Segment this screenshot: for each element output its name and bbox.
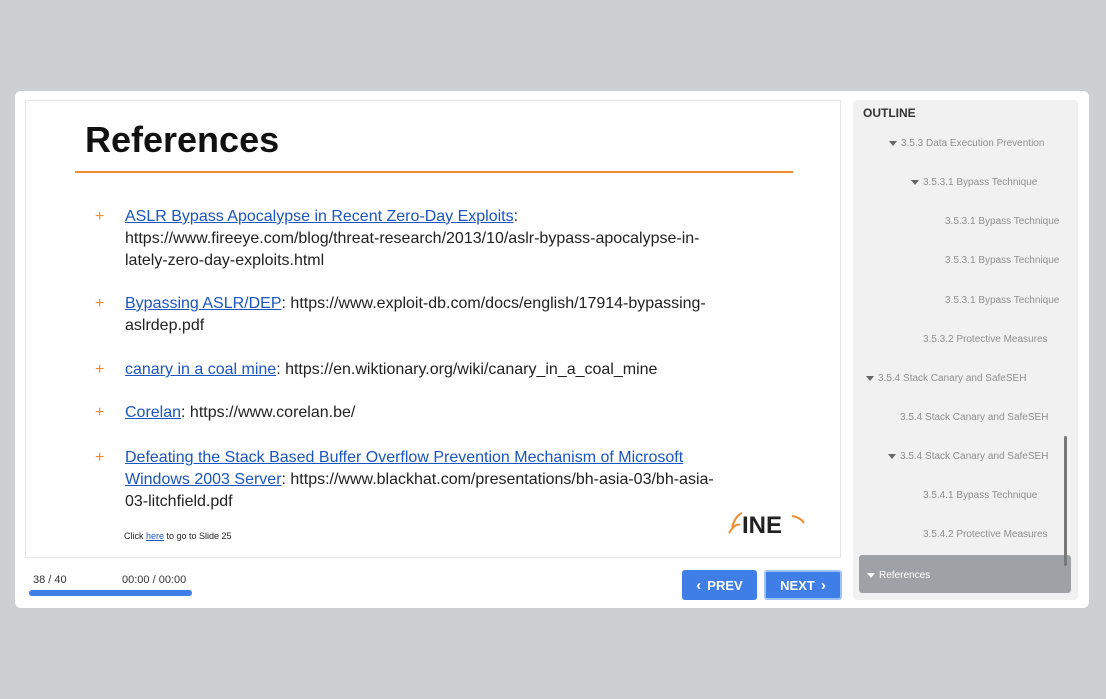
outline-item[interactable]: 3.5.4 Stack Canary and SafeSEH <box>888 451 1048 462</box>
outline-panel: OUTLINE 3.5.3 Data Execution Prevention … <box>853 100 1078 600</box>
caret-down-icon <box>889 140 897 146</box>
outline-active-label: References <box>867 570 930 581</box>
slide-jump-link[interactable]: here <box>146 531 164 541</box>
slide-counter: 38 / 40 <box>33 574 67 586</box>
playback-time: 00:00 / 00:00 <box>122 574 187 586</box>
reference-item: + Corelan: https://www.corelan.be/ <box>95 402 735 424</box>
outline-item[interactable]: 3.5.4 Stack Canary and SafeSEH <box>900 412 1048 423</box>
title-divider <box>75 171 793 173</box>
reference-item: + Defeating the Stack Based Buffer Overf… <box>95 447 735 513</box>
slide-title: References <box>85 119 280 160</box>
reference-text: : https://www.corelan.be/ <box>181 404 356 421</box>
reference-link[interactable]: Corelan <box>125 404 181 421</box>
caret-down-icon <box>867 572 875 578</box>
caret-down-icon <box>911 179 919 185</box>
bullet-icon: + <box>95 404 105 421</box>
outline-item[interactable]: 3.5.3.1 Bypass Technique <box>945 216 1059 227</box>
outline-item[interactable]: 3.5.3.1 Bypass Technique <box>945 255 1059 266</box>
outline-item[interactable]: 3.5.4.1 Bypass Technique <box>923 490 1037 501</box>
bullet-icon: + <box>95 208 105 225</box>
reference-link[interactable]: Bypassing ASLR/DEP <box>125 295 282 312</box>
outline-item[interactable]: 3.5.3.2 Protective Measures <box>923 334 1048 345</box>
chevron-right-icon: › <box>820 576 826 594</box>
outline-heading: OUTLINE <box>863 106 916 120</box>
outline-item[interactable]: 3.5.3 Data Execution Prevention <box>889 138 1044 149</box>
next-label: NEXT <box>780 577 815 593</box>
outline-item[interactable]: 3.5.4 Stack Canary and SafeSEH <box>866 373 1026 384</box>
chevron-left-icon: ‹ <box>696 576 702 594</box>
prev-label: PREV <box>707 577 743 593</box>
reference-text: : https://en.wiktionary.org/wiki/canary_… <box>276 361 658 378</box>
reference-link[interactable]: canary in a coal mine <box>125 361 276 378</box>
bullet-icon: + <box>95 361 105 378</box>
outline-item[interactable]: 3.5.3.1 Bypass Technique <box>911 177 1037 188</box>
progress-bar[interactable] <box>29 590 192 596</box>
progress-fill <box>29 590 192 596</box>
next-button[interactable]: NEXT › <box>764 570 842 600</box>
reference-item: + canary in a coal mine: https://en.wikt… <box>95 359 735 381</box>
reference-item: + ASLR Bypass Apocalypse in Recent Zero-… <box>95 206 735 272</box>
slide-canvas: References + ASLR Bypass Apocalypse in R… <box>25 100 841 558</box>
logo-text: INE <box>742 512 782 537</box>
reference-link[interactable]: ASLR Bypass Apocalypse in Recent Zero-Da… <box>125 208 514 225</box>
bullet-icon: + <box>95 295 105 312</box>
prev-button[interactable]: ‹ PREV <box>682 570 757 600</box>
outline-item[interactable]: 3.5.3.1 Bypass Technique <box>945 295 1059 306</box>
ine-logo: INE <box>728 512 805 537</box>
caret-down-icon <box>866 375 874 381</box>
outline-scrollbar[interactable] <box>1064 436 1067 566</box>
slide-jump-note: Click here to go to Slide 25 <box>124 531 232 541</box>
outline-item[interactable]: 3.5.4.2 Protective Measures <box>923 529 1048 540</box>
bullet-icon: + <box>95 449 105 466</box>
reference-item: + Bypassing ASLR/DEP: https://www.exploi… <box>95 293 735 337</box>
caret-down-icon <box>888 453 896 459</box>
